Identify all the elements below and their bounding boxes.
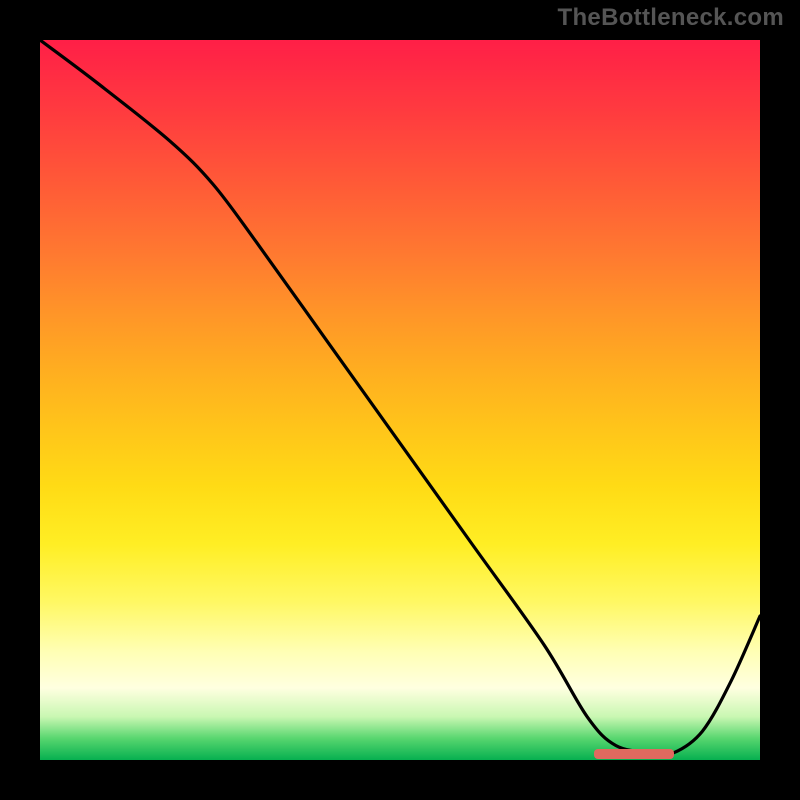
plot-area [36, 36, 764, 764]
bottleneck-curve [40, 40, 760, 760]
watermark-text: TheBottleneck.com [558, 4, 784, 32]
chart-root: TheBottleneck.com [0, 0, 800, 800]
optimal-range-marker [594, 749, 673, 759]
